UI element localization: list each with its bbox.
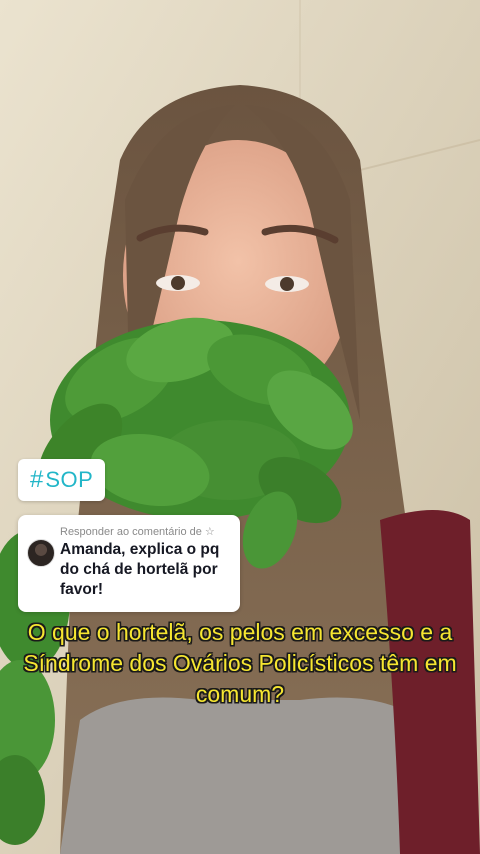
video-scene xyxy=(0,0,480,854)
gray-shirt xyxy=(60,697,430,854)
hashtag-sticker[interactable]: # SOP xyxy=(18,459,106,501)
comment-reply-card[interactable]: Responder ao comentário de ☆ Amanda, exp… xyxy=(18,515,240,612)
reply-header: Responder ao comentário de ☆ xyxy=(60,526,215,538)
hashtag-text: SOP xyxy=(45,467,94,492)
video-caption: O que o hortelã, os pelos em excesso e a… xyxy=(23,619,457,707)
hashtag-symbol: # xyxy=(30,466,44,493)
reply-comment-text: Amanda, explica o pq do chá de hortelã p… xyxy=(60,541,220,598)
commenter-avatar xyxy=(27,539,55,567)
video-frame: # SOP Responder ao comentário de ☆ Amand… xyxy=(0,0,480,854)
